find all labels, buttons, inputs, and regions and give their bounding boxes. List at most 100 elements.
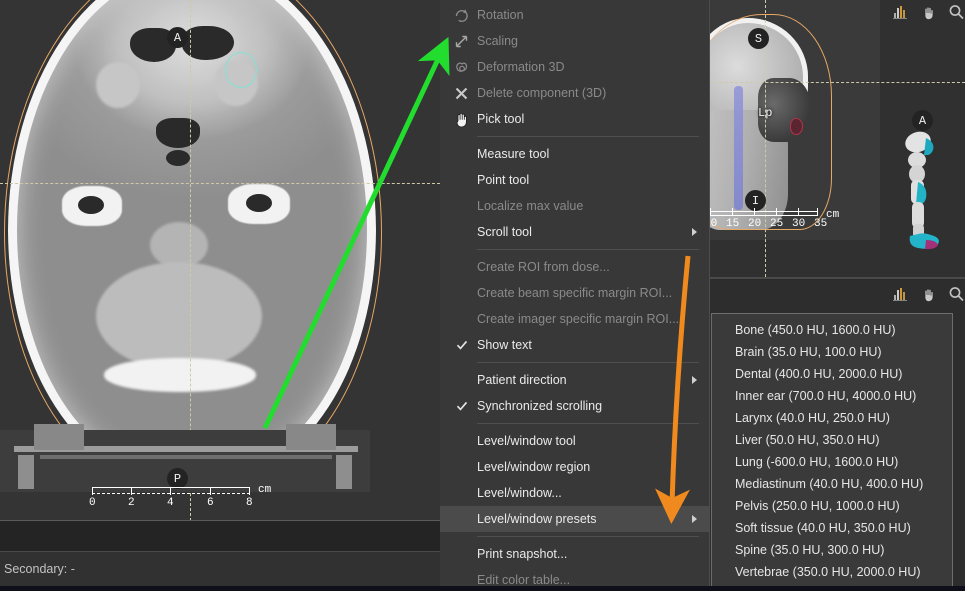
menu-item-delete-component-3d: Delete component (3D) — [440, 80, 709, 106]
preset-item-spine[interactable]: Spine (35.0 HU, 300.0 HU) — [712, 539, 952, 561]
delete-x-icon — [452, 84, 471, 103]
menu-item-label: Scroll tool — [477, 225, 699, 239]
viewport-divider-horizontal — [710, 277, 965, 279]
zoom-magnifier-icon[interactable] — [948, 4, 965, 21]
application-window: A P 0 2 4 6 8 cm Secondary: - — [0, 0, 965, 591]
menu-item-label: Localize max value — [477, 199, 699, 213]
sag-ruler-unit-label: cm — [826, 209, 839, 221]
sagittal-body-contour — [710, 14, 832, 230]
level-window-presets-submenu[interactable]: Bone (450.0 HU, 1600.0 HU)Brain (35.0 HU… — [711, 313, 953, 591]
menu-item-label: Edit color table... — [477, 573, 699, 587]
sagittal-structure-label: Lp — [758, 106, 772, 120]
menu-item-label: Measure tool — [477, 147, 699, 161]
menu-item-rotation: Rotation — [440, 2, 709, 28]
preset-item-inner[interactable]: Inner ear (700.0 HU, 4000.0 HU) — [712, 385, 952, 407]
menu-separator — [477, 362, 699, 363]
pan-hand-icon[interactable] — [920, 286, 937, 303]
menu-item-label: Create ROI from dose... — [477, 260, 699, 274]
couch-block-left — [34, 424, 84, 450]
menu-item-level-window-region[interactable]: Level/window region — [440, 454, 709, 480]
level-window-icon[interactable] — [892, 286, 909, 303]
preset-item-brain[interactable]: Brain (35.0 HU, 100.0 HU) — [712, 341, 952, 363]
menu-item-label: Point tool — [477, 173, 699, 187]
preset-item-lung[interactable]: Lung (-600.0 HU, 1600.0 HU) — [712, 451, 952, 473]
menu-item-pick-tool[interactable]: Pick tool — [440, 106, 709, 132]
menu-item-synchronized-scrolling[interactable]: Synchronized scrolling — [440, 393, 709, 419]
window-bottom-edge — [0, 586, 965, 591]
menu-item-label: Pick tool — [477, 112, 699, 126]
preset-item-dental[interactable]: Dental (400.0 HU, 2000.0 HU) — [712, 363, 952, 385]
sag-ruler-tick-10: 10 — [710, 218, 717, 230]
ruler-tick-2: 2 — [128, 497, 135, 509]
sag-ruler-tick-30: 30 — [792, 218, 805, 230]
zoom-magnifier-icon[interactable] — [948, 286, 965, 303]
menu-item-create-imager-specific-margin-roi: Create imager specific margin ROI... — [440, 306, 709, 332]
context-menu[interactable]: Rotation Scaling Deformation 3D Delete comp… — [440, 0, 710, 591]
ruler-tick-4: 4 — [167, 497, 174, 509]
anatomical-orientation-model[interactable] — [896, 128, 956, 256]
ruler-tick-6: 6 — [207, 497, 214, 509]
menu-item-label: Synchronized scrolling — [477, 399, 699, 413]
menu-item-label: Rotation — [477, 8, 699, 22]
menu-item-show-text[interactable]: Show text — [440, 332, 709, 358]
menu-item-create-roi-from-dose: Create ROI from dose... — [440, 254, 709, 280]
sagittal-viewport-toolbar[interactable] — [892, 4, 965, 21]
menu-item-label: Create imager specific margin ROI... — [477, 312, 699, 326]
sagittal-scale-ruler: 10 15 20 25 30 35 cm — [710, 211, 846, 235]
axial-ct-viewport[interactable]: A P 0 2 4 6 8 cm — [0, 0, 440, 521]
menu-item-point-tool[interactable]: Point tool — [440, 167, 709, 193]
orientation-marker-posterior: P — [167, 468, 188, 489]
scaling-icon — [452, 32, 471, 51]
sag-ruler-tick-25: 25 — [770, 218, 783, 230]
axial-scale-ruler: 0 2 4 6 8 cm — [92, 487, 332, 513]
preset-item-soft[interactable]: Soft tissue (40.0 HU, 350.0 HU) — [712, 517, 952, 539]
ruler-tick-0: 0 — [89, 497, 96, 509]
status-bar: Secondary: - — [0, 551, 440, 586]
menu-item-label: Print snapshot... — [477, 547, 699, 561]
menu-item-patient-direction[interactable]: Patient direction — [440, 367, 709, 393]
menu-item-scaling: Scaling — [440, 28, 709, 54]
roi-contour-cyan — [225, 52, 257, 88]
couch-block-right — [286, 424, 336, 450]
menu-separator — [477, 136, 699, 137]
body-contour-roi — [4, 0, 382, 490]
menu-separator — [477, 249, 699, 250]
submenu-chevron-right-icon — [692, 228, 697, 236]
menu-item-label: Scaling — [477, 34, 699, 48]
axial-lower-strip — [0, 521, 440, 551]
menu-item-scroll-tool[interactable]: Scroll tool — [440, 219, 709, 245]
preset-item-vertebrae[interactable]: Vertebrae (350.0 HU, 2000.0 HU) — [712, 561, 952, 583]
preset-item-mediastinum[interactable]: Mediastinum (40.0 HU, 400.0 HU) — [712, 473, 952, 495]
preset-item-liver[interactable]: Liver (50.0 HU, 350.0 HU) — [712, 429, 952, 451]
couch-support-right — [336, 455, 352, 489]
orientation-viewport-toolbar[interactable] — [892, 286, 965, 303]
menu-item-create-beam-specific-margin-roi: Create beam specific margin ROI... — [440, 280, 709, 306]
pan-hand-icon[interactable] — [920, 4, 937, 21]
orientation-marker-anterior: A — [167, 27, 188, 48]
menu-item-localize-max-value: Localize max value — [440, 193, 709, 219]
menu-item-label: Deformation 3D — [477, 60, 699, 74]
menu-item-label: Level/window... — [477, 486, 699, 500]
menu-item-level-window-tool[interactable]: Level/window tool — [440, 428, 709, 454]
menu-item-label: Patient direction — [477, 373, 699, 387]
menu-item-measure-tool[interactable]: Measure tool — [440, 141, 709, 167]
menu-item-print-snapshot[interactable]: Print snapshot... — [440, 541, 709, 567]
axial-bottom-divider — [0, 520, 440, 521]
menu-item-label: Level/window region — [477, 460, 699, 474]
menu-item-label: Level/window presets — [477, 512, 699, 526]
menu-item-level-window[interactable]: Level/window... — [440, 480, 709, 506]
ruler-unit-label: cm — [258, 484, 271, 496]
pick-hand-icon — [452, 110, 471, 129]
sag-ruler-tick-20: 20 — [748, 218, 761, 230]
preset-item-larynx[interactable]: Larynx (40.0 HU, 250.0 HU) — [712, 407, 952, 429]
couch-support-left — [18, 455, 34, 489]
preset-item-bone[interactable]: Bone (450.0 HU, 1600.0 HU) — [712, 319, 952, 341]
menu-item-label: Show text — [477, 338, 699, 352]
level-window-icon[interactable] — [892, 4, 909, 21]
menu-item-label: Create beam specific margin ROI... — [477, 286, 699, 300]
menu-item-level-window-presets[interactable]: Level/window presets — [440, 506, 709, 532]
preset-item-pelvis[interactable]: Pelvis (250.0 HU, 1000.0 HU) — [712, 495, 952, 517]
submenu-chevron-right-icon — [692, 376, 697, 384]
checkmark-icon — [456, 339, 468, 351]
submenu-chevron-right-icon — [692, 515, 697, 523]
